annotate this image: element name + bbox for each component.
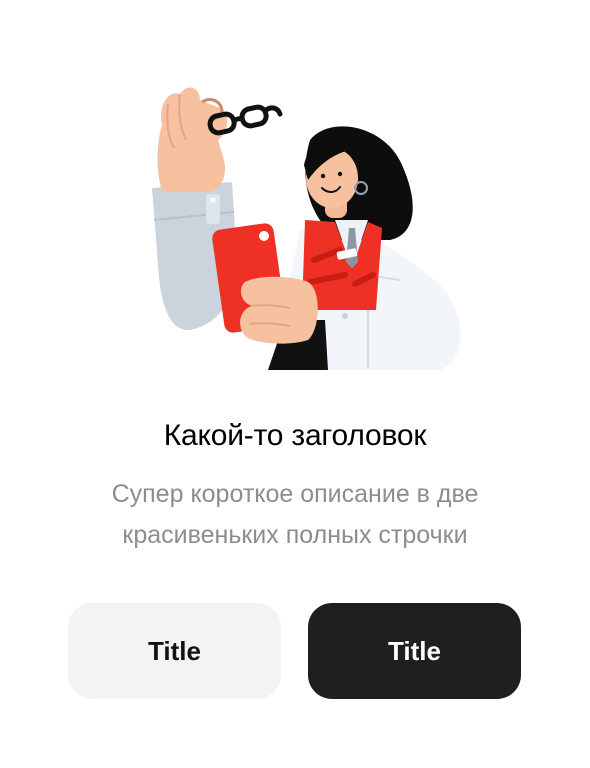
description-line-1: Супер короткое описание в две bbox=[111, 480, 479, 508]
woman-with-phone-illustration bbox=[152, 87, 461, 370]
primary-button[interactable]: Title bbox=[308, 603, 521, 699]
page-title: Какой-то заголовок bbox=[163, 419, 427, 452]
page-description: Супер короткое описание в две красивеньк… bbox=[50, 474, 540, 556]
primary-button-label: Title bbox=[388, 635, 441, 666]
secondary-button[interactable]: Title bbox=[68, 603, 281, 699]
secondary-button-label: Title bbox=[148, 635, 201, 666]
description-line-2: красивеньких полных строчки bbox=[122, 521, 468, 549]
